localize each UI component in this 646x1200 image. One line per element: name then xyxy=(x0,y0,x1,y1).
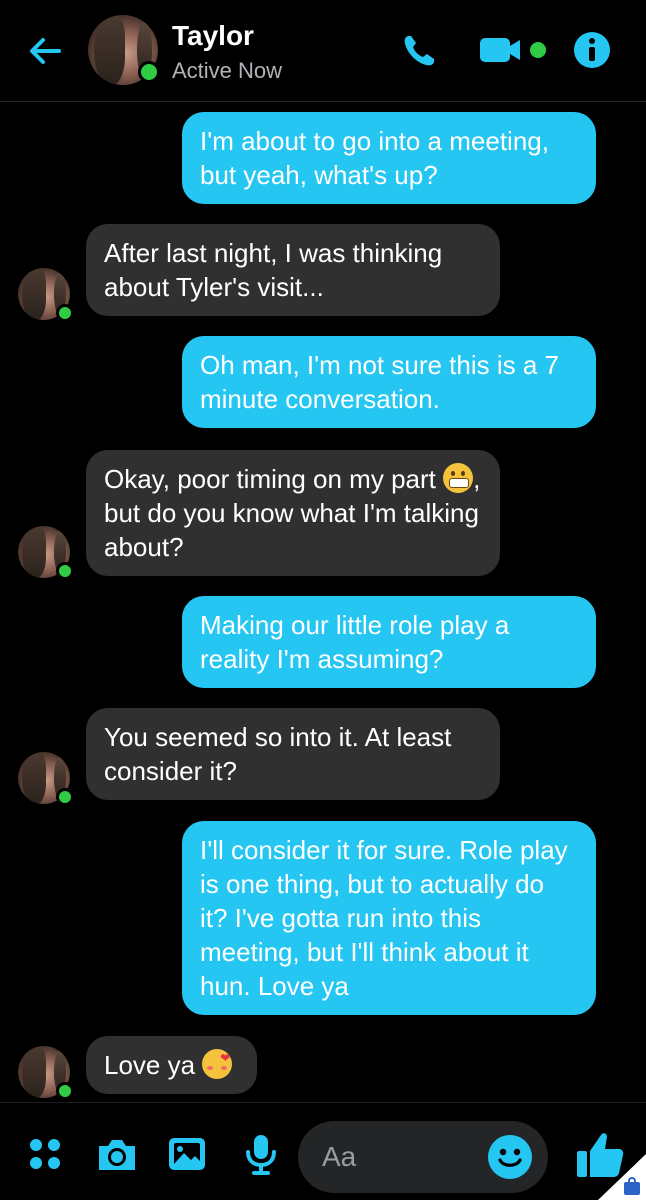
grimacing-face-icon xyxy=(443,463,474,493)
video-camera-icon xyxy=(480,38,546,62)
sender-avatar[interactable] xyxy=(18,1046,74,1100)
outgoing-message[interactable]: Making our little role play a reality I'… xyxy=(182,596,596,688)
emoji-icon xyxy=(498,1148,522,1167)
back-button[interactable] xyxy=(22,28,68,74)
composer-bar xyxy=(0,1102,646,1200)
info-button[interactable] xyxy=(570,28,614,72)
sender-avatar[interactable] xyxy=(18,752,74,806)
apps-grid-icon xyxy=(30,1139,60,1169)
camera-button[interactable] xyxy=(94,1131,140,1177)
conversation-header: Taylor Active Now xyxy=(0,0,646,102)
active-status: Active Now xyxy=(172,58,283,83)
incoming-message[interactable]: You seemed so into it. At least consider… xyxy=(86,708,500,800)
sender-avatar[interactable] xyxy=(18,526,74,580)
voice-message-button[interactable] xyxy=(238,1131,284,1177)
incoming-message[interactable]: Okay, poor timing on my part , but do yo… xyxy=(86,450,500,576)
online-indicator xyxy=(138,61,160,83)
online-indicator xyxy=(56,1082,74,1100)
gallery-button[interactable] xyxy=(164,1131,210,1177)
phone-icon xyxy=(404,36,434,66)
outgoing-message[interactable]: I'm about to go into a meeting, but yeah… xyxy=(182,112,596,204)
online-indicator xyxy=(56,788,74,806)
video-call-button[interactable] xyxy=(476,30,556,70)
incoming-message[interactable]: After last night, I was thinking about T… xyxy=(86,224,500,316)
apps-button[interactable] xyxy=(22,1131,68,1177)
smiling-face-with-hearts-icon xyxy=(202,1041,233,1079)
gallery-icon xyxy=(169,1138,205,1170)
sender-avatar[interactable] xyxy=(18,268,74,322)
contact-name[interactable]: Taylor xyxy=(172,20,254,52)
message-input-container[interactable] xyxy=(298,1121,548,1193)
microphone-icon xyxy=(246,1135,276,1175)
voice-call-button[interactable] xyxy=(396,28,442,74)
outgoing-message[interactable]: Oh man, I'm not sure this is a 7 minute … xyxy=(182,336,596,428)
corner-badge-icon xyxy=(598,1154,646,1200)
emoji-button[interactable] xyxy=(488,1135,532,1179)
incoming-message[interactable]: Love ya xyxy=(86,1036,257,1094)
message-text: Okay, poor timing on my part xyxy=(104,464,444,494)
message-text: Love ya xyxy=(104,1050,203,1080)
online-indicator xyxy=(56,304,74,322)
camera-icon xyxy=(99,1140,135,1170)
contact-avatar[interactable] xyxy=(88,15,160,85)
info-icon xyxy=(574,32,610,68)
message-input[interactable] xyxy=(322,1139,472,1175)
outgoing-message[interactable]: I'll consider it for sure. Role play is … xyxy=(182,821,596,1015)
back-arrow-icon xyxy=(30,38,61,64)
online-indicator xyxy=(56,562,74,580)
